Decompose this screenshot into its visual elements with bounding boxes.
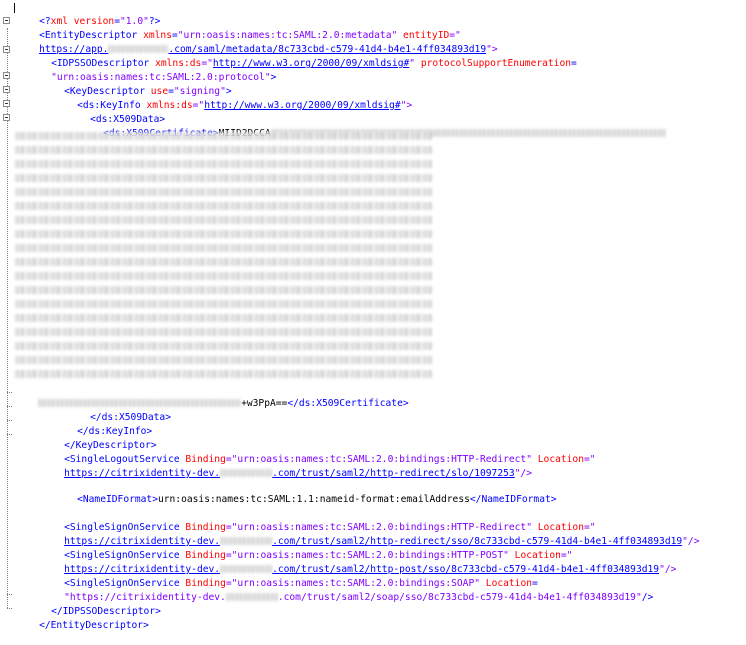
fold-end-entity-descriptor [7, 608, 12, 610]
entity-descriptor-close-line[interactable]: </EntityDescriptor> [16, 606, 149, 631]
x509certificate-close-line[interactable]: +w3PpA==</ds:X509Certificate> [15, 384, 409, 409]
xmldsig-link[interactable]: http://www.w3.org/2000/09/xmldsig# [204, 100, 400, 111]
fold-end-x509data [7, 406, 12, 408]
entity-descriptor-open-line[interactable]: <EntityDescriptor xmlns="urn:oasis:names… [16, 16, 461, 41]
eq-quote: =" [192, 100, 205, 111]
fold-toggle-x509data[interactable] [3, 100, 10, 107]
sso-redirect-url-line[interactable]: https://citrixidentity-dev. .com/trust/sa… [41, 522, 699, 547]
fold-gutter [0, 0, 14, 624]
tag-close: </NameIDFormat> [469, 494, 557, 505]
key-descriptor-close-line[interactable]: </KeyDescriptor> [41, 426, 156, 451]
fold-end-keyinfo [7, 420, 12, 422]
slo-url-line[interactable]: https://citrixidentity-dev. .com/trust/sa… [41, 454, 532, 479]
text-cursor [14, 3, 15, 13]
key-descriptor-open-line[interactable]: <KeyDescriptor use="signing"> [41, 72, 232, 97]
xml-viewer: <?xml version="1.0"?> <EntityDescriptor … [0, 0, 746, 631]
redacted-domain [225, 593, 278, 601]
close-quote: "/> [514, 468, 532, 479]
quote: " [409, 58, 416, 69]
certificate-text-end: +w3PpA== [241, 398, 288, 409]
sso-post-url-line[interactable]: https://citrixidentity-dev. .com/trust/sa… [41, 550, 676, 575]
fold-toggle-keyinfo[interactable] [3, 86, 10, 93]
link-suffix: .com/trust/saml2/http-redirect/slo/10972… [272, 468, 515, 479]
xml-declaration-line[interactable]: <?xml version="1.0"?> [16, 2, 160, 27]
attr-location: Location [537, 454, 584, 465]
fold-toggle-key-descriptor[interactable] [3, 72, 10, 79]
nameid-format-line[interactable]: <NameIDFormat>urn:oasis:names:tc:SAML:1.… [54, 480, 556, 505]
fold-end-key-descriptor [7, 434, 12, 436]
attr-protocol-support: protocolSupportEnumeration [420, 58, 572, 69]
tag-close: /> [641, 592, 654, 603]
value-suffix: .com/trust/saml2/soap/sso/8c733cbd-c579-… [277, 592, 642, 603]
single-logout-service-line[interactable]: <SingleLogoutService Binding="urn:oasis:… [41, 440, 595, 465]
redacted-domain [220, 469, 273, 477]
slo-link[interactable]: https://citrixidentity-dev. .com/trust/sa… [64, 468, 515, 479]
fold-toggle-x509certificate[interactable] [3, 114, 10, 121]
redacted-certificate-block [15, 128, 432, 386]
protocol-value-line[interactable]: "urn:oasis:names:tc:SAML:2.0:protocol"> [28, 58, 276, 83]
tag-open: <NameIDFormat> [77, 494, 158, 505]
sso-redirect-line[interactable]: <SingleSignOnService Binding="urn:oasis:… [41, 508, 595, 533]
eq: = [571, 58, 577, 69]
tag-close: > [270, 72, 277, 83]
close-quote: "> [400, 100, 413, 111]
keyinfo-close-line[interactable]: </ds:KeyInfo> [54, 412, 152, 437]
idpsso-descriptor-open-line[interactable]: <IDPSSODescriptor xmlns:ds="http://www.w… [28, 44, 577, 69]
link-prefix: https://citrixidentity-dev. [64, 468, 221, 479]
x509data-open-line[interactable]: <ds:X509Data> [67, 100, 165, 125]
keyinfo-open-line[interactable]: <ds:KeyInfo xmlns:ds="http://www.w3.org/… [54, 86, 412, 111]
sso-soap-line[interactable]: <SingleSignOnService Binding="urn:oasis:… [41, 564, 538, 589]
fold-toggle-entity-descriptor[interactable] [3, 17, 10, 24]
fold-end-idpsso-descriptor [7, 594, 12, 596]
entity-id-url-line[interactable]: https://app. .com/saml/metadata/8c733cbd-… [16, 30, 498, 55]
tag-name: </ds:X509Certificate> [287, 398, 409, 409]
tag-name: </EntityDescriptor> [39, 620, 149, 631]
close-quote: "/> [682, 536, 700, 547]
idpsso-descriptor-close-line[interactable]: </IDPSSODescriptor> [28, 592, 161, 617]
sso-post-line[interactable]: <SingleSignOnService Binding="urn:oasis:… [41, 536, 572, 561]
close-quote: "/> [659, 564, 677, 575]
eq-quote: =" [583, 454, 596, 465]
nameid-format-value: urn:oasis:names:tc:SAML:1.1:nameid-forma… [157, 494, 470, 505]
x509certificate-open-line[interactable]: <ds:X509Certificate>MIID2DCCA [80, 114, 666, 139]
fold-end-x509certificate [7, 392, 12, 394]
fold-toggle-idpsso-descriptor[interactable] [3, 46, 10, 53]
x509data-close-line[interactable]: </ds:X509Data> [67, 398, 171, 423]
sso-soap-url-line[interactable]: "https://citrixidentity-dev. .com/trust/s… [41, 578, 653, 603]
